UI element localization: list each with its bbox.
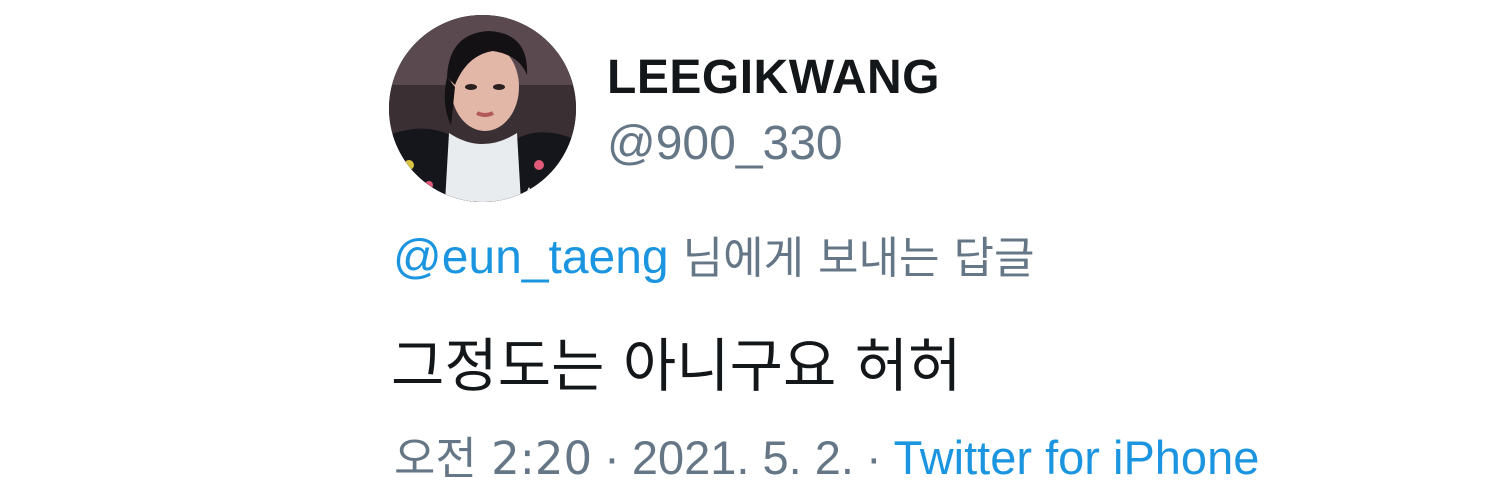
- tweet-text: 그정도는 아니구요 허허: [391, 332, 962, 400]
- avatar[interactable]: [389, 15, 576, 202]
- author-handle[interactable]: @900_330: [607, 116, 843, 172]
- tweet-date[interactable]: 2021. 5. 2.: [632, 431, 854, 484]
- author-display-name[interactable]: LEEGIKWANG: [607, 50, 940, 106]
- tweet-card: LEEGIKWANG @900_330 @eun_taeng 님에게 보내는 답…: [0, 0, 1500, 499]
- reply-context: @eun_taeng 님에게 보내는 답글: [393, 230, 1034, 287]
- meta-separator: ·: [604, 431, 620, 484]
- meta-separator: ·: [865, 431, 882, 484]
- tweet-source-link[interactable]: Twitter for iPhone: [894, 431, 1260, 484]
- tweet-time[interactable]: 오전 2:20: [394, 432, 592, 485]
- profile-photo-icon: [389, 15, 576, 202]
- tweet-meta: 오전 2:20 · 2021. 5. 2. · Twitter for iPhone: [394, 428, 1259, 489]
- reply-to-handle-link[interactable]: @eun_taeng: [393, 231, 669, 284]
- reply-context-label: 님에게 보내는 답글: [682, 233, 1035, 284]
